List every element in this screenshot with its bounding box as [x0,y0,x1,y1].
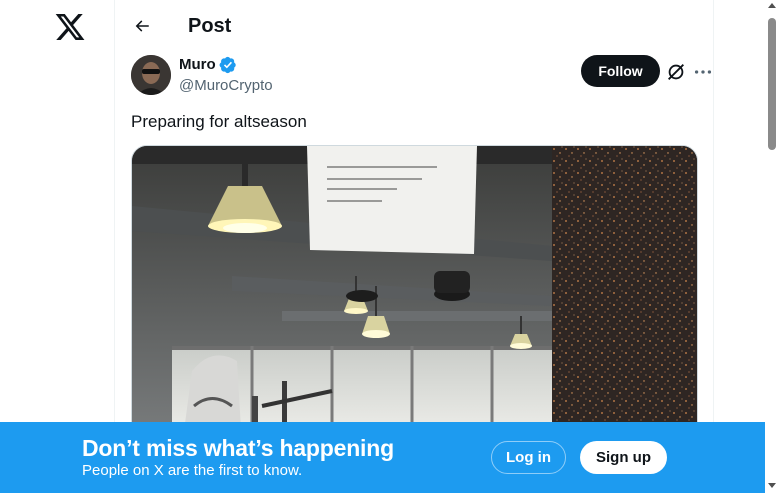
post-media-photo[interactable] [131,145,698,445]
author-display-name[interactable]: Muro [179,56,216,74]
page-scrollbar[interactable] [765,0,780,493]
scroll-up-arrow-icon[interactable] [768,3,776,8]
gym-photo [132,146,697,444]
follow-button[interactable]: Follow [581,55,660,87]
back-button[interactable] [128,12,156,40]
avatar-image [131,55,171,95]
scroll-thumb[interactable] [768,18,776,150]
banner-subtitle: People on X are the first to know. [82,462,303,479]
left-rail [0,0,114,493]
scroll-down-arrow-icon[interactable] [768,483,776,488]
post-text: Preparing for altseason [131,112,307,131]
page-header: Post [115,0,715,53]
x-logo-icon[interactable] [54,11,86,43]
author-handle[interactable]: @MuroCrypto [179,77,273,95]
arrow-left-icon [135,20,149,32]
signup-button[interactable]: Sign up [580,441,667,474]
name-row: Muro [179,56,237,74]
signup-banner: Don’t miss what’s happening People on X … [0,422,765,493]
grok-icon[interactable] [665,61,687,83]
main-column: Post Muro @MuroCrypto Follow Preparing f… [114,0,714,493]
more-horizontal-icon[interactable] [692,61,714,83]
avatar[interactable] [131,55,171,95]
page-title: Post [188,15,232,37]
post-author: Muro @MuroCrypto Follow [131,55,712,97]
login-button[interactable]: Log in [491,441,566,474]
banner-title: Don’t miss what’s happening [82,435,394,461]
verified-badge-icon [219,56,236,74]
